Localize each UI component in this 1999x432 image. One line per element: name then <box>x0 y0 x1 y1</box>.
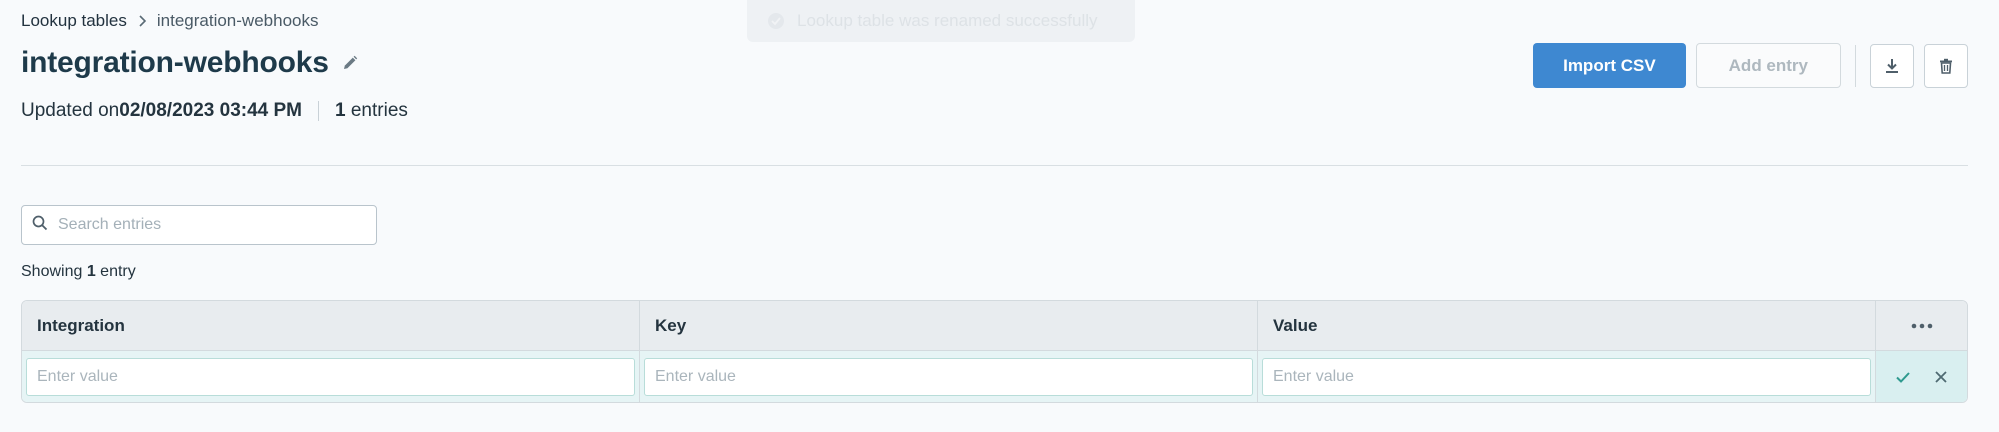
confirm-check-icon[interactable] <box>1893 367 1913 387</box>
search-icon <box>32 215 48 236</box>
trash-icon <box>1940 58 1952 74</box>
chevron-right-icon <box>135 14 149 28</box>
updated-timestamp: 02/08/2023 03:44 PM <box>119 100 302 121</box>
column-header-key: Key <box>640 301 1258 350</box>
key-input[interactable] <box>644 357 1253 396</box>
page-title: integration-webhooks <box>21 46 329 79</box>
toast-notification: Lookup table was renamed successfully <box>747 0 1135 42</box>
entries-table: Integration Key Value <box>21 300 1968 403</box>
search-box <box>21 205 377 245</box>
value-input[interactable] <box>1262 357 1871 396</box>
actions-divider <box>1855 44 1856 87</box>
pencil-icon[interactable] <box>341 54 359 72</box>
table-row <box>22 351 1967 402</box>
integration-input[interactable] <box>26 357 635 396</box>
entries-count: 1 <box>335 100 346 121</box>
more-horizontal-icon <box>1911 323 1932 328</box>
delete-button[interactable] <box>1924 43 1968 88</box>
breadcrumb: Lookup tables integration-webhooks <box>21 11 318 31</box>
table-meta: Updated on 02/08/2023 03:44 PM 1 entries <box>21 100 408 122</box>
download-button[interactable] <box>1870 43 1914 88</box>
cell-value <box>1258 351 1876 402</box>
updated-prefix: Updated on <box>21 100 120 121</box>
entries-label: entries <box>345 100 408 121</box>
download-icon <box>1886 58 1898 73</box>
column-options-menu[interactable] <box>1876 301 1967 350</box>
section-divider <box>21 165 1968 166</box>
meta-divider <box>318 101 319 121</box>
import-csv-button[interactable]: Import CSV <box>1533 43 1686 88</box>
showing-suffix: entry <box>95 263 136 280</box>
row-actions <box>1876 351 1967 402</box>
cell-integration <box>22 351 640 402</box>
add-entry-button[interactable]: Add entry <box>1695 43 1841 88</box>
column-header-integration: Integration <box>22 301 640 350</box>
table-header: Integration Key Value <box>22 301 1967 351</box>
check-circle-icon <box>767 12 785 30</box>
breadcrumb-current: integration-webhooks <box>156 11 319 30</box>
breadcrumb-lookup-tables-link[interactable]: Lookup tables <box>21 11 127 31</box>
cell-key <box>640 351 1258 402</box>
showing-count: 1 <box>86 263 96 280</box>
cancel-close-icon[interactable] <box>1931 367 1951 387</box>
column-header-value: Value <box>1258 301 1876 350</box>
showing-prefix: Showing <box>21 263 87 280</box>
title-row: integration-webhooks <box>21 46 359 80</box>
entries-summary: Showing 1 entry <box>21 263 136 281</box>
header-actions: Import CSV Add entry <box>1533 43 1968 88</box>
toast-text: Lookup table was renamed successfully <box>797 11 1098 30</box>
search-input[interactable] <box>58 216 358 234</box>
